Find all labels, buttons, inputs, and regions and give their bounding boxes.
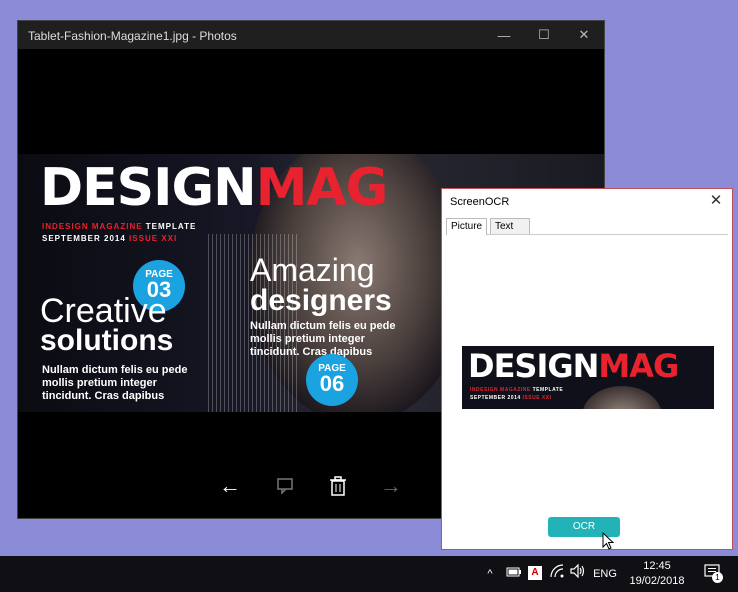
photos-titlebar[interactable]: Tablet-Fashion-Magazine1.jpg - Photos — … <box>18 21 604 49</box>
ocr-tabs: Picture Text <box>446 218 728 235</box>
tab-text[interactable]: Text <box>490 218 530 234</box>
share-icon[interactable] <box>270 471 300 501</box>
cover-tagline: INDESIGN MAGAZINE TEMPLATE <box>42 222 196 231</box>
preview-face-photo <box>582 386 662 409</box>
preview-issue-number: ISSUE XXI <box>522 395 552 401</box>
preview-tagline: INDESIGN MAGAZINE TEMPLATE <box>470 387 563 393</box>
preview-logo-design: DESIGN <box>468 347 599 385</box>
network-icon[interactable] <box>549 564 565 584</box>
headline-solutions: solutions <box>40 324 174 357</box>
preview-logo-mag: MAG <box>598 347 679 385</box>
notification-center-icon[interactable]: 1 <box>702 564 724 584</box>
clock-date: 19/02/2018 <box>629 575 685 587</box>
page-badge-06: PAGE 06 <box>306 354 358 406</box>
preview-tagline-white: TEMPLATE <box>532 387 564 393</box>
preview-logo: DESIGNMAG <box>468 347 679 385</box>
taskbar-clock[interactable]: 12:45 19/02/2018 <box>620 559 694 589</box>
headline-creative: Creative <box>40 292 167 330</box>
issue-date: SEPTEMBER 2014 <box>42 234 126 243</box>
previous-arrow-icon[interactable]: ← <box>215 471 245 501</box>
taskbar: ^ A ENG 12:45 19/02/2018 1 <box>0 556 738 592</box>
tab-picture[interactable]: Picture <box>446 218 488 235</box>
mouse-cursor-icon <box>602 532 615 550</box>
headline-designers: designers <box>250 284 392 317</box>
next-arrow-icon[interactable]: → <box>376 471 406 501</box>
delete-trash-icon[interactable] <box>323 471 353 501</box>
preview-issue: SEPTEMBER 2014 ISSUE XXI <box>470 395 551 401</box>
badge-number: 06 <box>319 371 345 396</box>
tagline-white: TEMPLATE <box>145 222 197 231</box>
volume-icon[interactable] <box>570 563 586 584</box>
logo-mag: MAG <box>255 158 389 218</box>
minimize-button[interactable]: — <box>484 21 524 49</box>
language-indicator[interactable]: ENG <box>592 564 618 584</box>
ocr-close-button[interactable]: ✕ <box>706 191 726 211</box>
ocr-window-title: ScreenOCR <box>450 196 510 208</box>
battery-icon[interactable] <box>505 564 523 584</box>
logo-design: DESIGN <box>40 158 257 218</box>
tagline-red: INDESIGN MAGAZINE <box>42 222 143 231</box>
close-button[interactable]: ✕ <box>564 21 604 49</box>
notification-count: 1 <box>712 572 723 583</box>
preview-issue-date: SEPTEMBER 2014 <box>470 395 521 401</box>
headline-amazing: Amazing <box>250 252 375 288</box>
cover-logo: DESIGNMAG <box>40 162 388 214</box>
screenocr-window[interactable]: ScreenOCR ✕ Picture Text DESIGNMAG INDES… <box>441 188 733 550</box>
issue-number: ISSUE XXI <box>129 234 178 243</box>
clock-time: 12:45 <box>643 560 671 572</box>
tray-chevron-up-icon[interactable]: ^ <box>482 564 498 584</box>
cover-body-text-1: Nullam dictum felis eu pede mollis preti… <box>42 364 188 402</box>
maximize-button[interactable]: ☐ <box>524 21 564 49</box>
cover-issue: SEPTEMBER 2014 ISSUE XXI <box>42 234 177 243</box>
window-title: Tablet-Fashion-Magazine1.jpg - Photos <box>28 29 237 43</box>
ocr-captured-image: DESIGNMAG INDESIGN MAGAZINE TEMPLATE SEP… <box>462 346 714 409</box>
app-a-icon[interactable]: A <box>528 566 542 580</box>
preview-tagline-red: INDESIGN MAGAZINE <box>470 387 531 393</box>
